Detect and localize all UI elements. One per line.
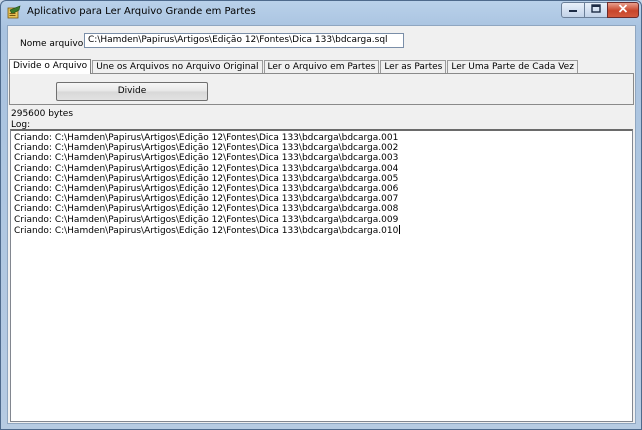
close-button[interactable] <box>607 2 639 18</box>
minimize-button[interactable] <box>561 2 585 18</box>
maximize-icon <box>591 4 601 16</box>
minimize-icon <box>568 5 578 16</box>
log-line: Criando: C:\Hamden\Papirus\Artigos\Ediçã… <box>14 204 399 215</box>
log-line: Criando: C:\Hamden\Papirus\Artigos\Ediçã… <box>14 153 399 164</box>
log-line: Criando: C:\Hamden\Papirus\Artigos\Ediçã… <box>14 184 399 195</box>
tab-merge[interactable]: Une os Arquivos no Arquivo Original <box>92 60 263 74</box>
log-textarea[interactable]: Criando: C:\Hamden\Papirus\Artigos\Ediçã… <box>10 129 633 422</box>
tab-read-parts[interactable]: Ler as Partes <box>380 60 447 74</box>
tab-read-parts-file[interactable]: Ler o Arquivo em Partes <box>263 60 380 74</box>
app-window: Aplicativo para Ler Arquivo Grande em Pa… <box>0 0 642 430</box>
close-icon <box>618 4 628 16</box>
log-line: Criando: C:\Hamden\Papirus\Artigos\Ediçã… <box>14 163 399 174</box>
log-line-last: Criando: C:\Hamden\Papirus\Artigos\Ediçã… <box>14 224 629 236</box>
client-area: Nome arquivo: C:\Hamden\Papirus\Artigos\… <box>7 25 636 424</box>
maximize-button[interactable] <box>584 2 608 18</box>
title-bar[interactable]: Aplicativo para Ler Arquivo Grande em Pa… <box>1 1 641 23</box>
tab-divide[interactable]: Divide o Arquivo <box>9 59 92 74</box>
log-line: Criando: C:\Hamden\Papirus\Artigos\Ediçã… <box>14 143 399 154</box>
bytes-count: 295600 bytes <box>11 109 74 119</box>
window-title: Aplicativo para Ler Arquivo Grande em Pa… <box>27 6 256 17</box>
log-line-last-text: Criando: C:\Hamden\Papirus\Artigos\Ediçã… <box>14 225 399 236</box>
filename-label: Nome arquivo: <box>20 39 87 49</box>
log-line: Criando: C:\Hamden\Papirus\Artigos\Ediçã… <box>14 214 399 225</box>
tab-strip: Divide o Arquivo Une os Arquivos no Arqu… <box>9 59 579 74</box>
app-icon[interactable] <box>7 5 21 19</box>
tab-panel-divide: Divide <box>9 73 634 105</box>
divide-button[interactable]: Divide <box>56 82 208 101</box>
filename-input[interactable]: C:\Hamden\Papirus\Artigos\Edição 12\Font… <box>84 33 404 48</box>
tab-read-one-part[interactable]: Ler Uma Parte de Cada Vez <box>447 60 578 74</box>
log-line: Criando: C:\Hamden\Papirus\Artigos\Ediçã… <box>14 194 399 205</box>
log-line: Criando: C:\Hamden\Papirus\Artigos\Ediçã… <box>14 173 399 184</box>
text-caret <box>399 224 401 234</box>
log-line: Criando: C:\Hamden\Papirus\Artigos\Ediçã… <box>14 133 399 143</box>
